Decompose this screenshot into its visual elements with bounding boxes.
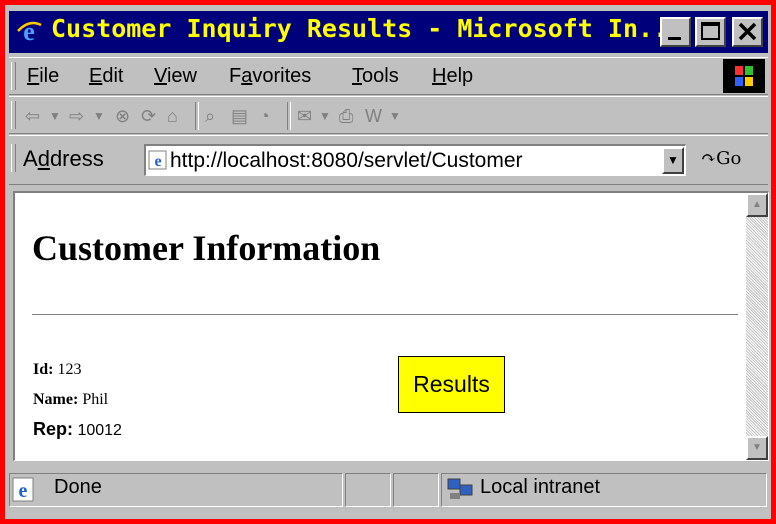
address-dropdown-button[interactable]: ▼ [662, 147, 684, 174]
status-zone-cell: Local intranet [441, 473, 767, 507]
refresh-icon[interactable]: ⟳ [141, 104, 156, 128]
name-value: Phil [82, 391, 109, 408]
horizontal-rule [32, 314, 738, 316]
title-bar[interactable]: e Customer Inquiry Results - Microsoft I… [9, 11, 768, 53]
status-cell-empty [345, 473, 391, 507]
maximize-button[interactable] [695, 17, 726, 47]
address-input[interactable]: e http://localhost:8080/servlet/Customer… [144, 144, 686, 176]
page-title: Customer Information [32, 228, 381, 268]
minimize-button[interactable] [660, 17, 691, 47]
scroll-up-button[interactable]: ▲ [746, 193, 768, 217]
forward-dropdown-icon[interactable]: ▼ [93, 104, 105, 128]
toolbar-separator [287, 102, 291, 130]
svg-text:e: e [19, 480, 28, 502]
intranet-icon [447, 478, 473, 499]
menu-favorites[interactable]: Favorites [229, 65, 311, 88]
menu-view[interactable]: View [154, 65, 197, 88]
zone-text: Local intranet [480, 476, 601, 498]
customer-name-field: Name: Phil [33, 391, 108, 409]
minimize-icon [668, 37, 681, 40]
windows-logo [723, 59, 765, 93]
scroll-up-icon: ▲ [752, 199, 762, 210]
status-main-cell: e Done [9, 473, 343, 507]
ie-page-icon: e [12, 477, 34, 502]
maximize-icon [701, 22, 720, 40]
menu-grip [11, 62, 16, 90]
id-label: Id: [33, 361, 54, 378]
status-bar: e Done Local intranet [9, 467, 768, 515]
menu-bar: File Edit View Favorites Tools Help [9, 57, 768, 95]
status-text: Done [54, 476, 102, 498]
menu-edit[interactable]: Edit [89, 65, 123, 88]
vertical-scrollbar[interactable]: ▲ ▼ [746, 193, 768, 460]
search-icon[interactable]: ⌕ [205, 104, 215, 128]
back-arrow-icon[interactable]: ⇦ [25, 104, 40, 128]
close-icon [738, 22, 757, 41]
menu-file[interactable]: File [27, 65, 59, 88]
toolbar-separator [195, 102, 199, 130]
forward-arrow-icon[interactable]: ⇨ [69, 104, 84, 128]
close-button[interactable] [732, 17, 763, 47]
page-content: Customer Information Id: 123 Name: Phil … [13, 191, 769, 461]
address-grip [11, 144, 16, 172]
menu-help[interactable]: Help [432, 65, 473, 88]
rep-label: Rep: [33, 419, 73, 439]
scroll-down-button[interactable]: ▼ [746, 436, 768, 460]
window-title: Customer Inquiry Results - Microsoft In.… [51, 14, 684, 43]
address-bar: Address e http://localhost:8080/servlet/… [9, 135, 768, 185]
scroll-down-icon: ▼ [752, 442, 762, 453]
page-icon: e [148, 150, 167, 170]
mail-icon[interactable]: ✉ [297, 104, 312, 128]
windows-flag-icon [735, 66, 753, 86]
home-icon[interactable]: ⌂ [167, 104, 178, 128]
customer-id-field: Id: 123 [33, 361, 81, 379]
back-dropdown-icon[interactable]: ▼ [49, 104, 61, 128]
mail-dropdown-icon[interactable]: ▼ [319, 104, 331, 128]
favorites-icon[interactable]: ▤ [231, 104, 248, 128]
history-icon[interactable]: ◔ [259, 104, 270, 128]
svg-text:e: e [154, 153, 161, 170]
chevron-down-icon: ▼ [667, 153, 679, 167]
status-cell-empty [393, 473, 439, 507]
edit-word-icon[interactable]: W [365, 104, 382, 128]
customer-rep-field: Rep: 10012 [33, 419, 122, 440]
address-url: http://localhost:8080/servlet/Customer [170, 149, 523, 172]
stop-icon[interactable]: ⊗ [115, 104, 130, 128]
id-value: 123 [57, 361, 82, 378]
toolbar-grip [11, 101, 16, 129]
go-arrow-icon: ↷ [701, 148, 717, 169]
standard-toolbar: ⇦ ▼ ⇨ ▼ ⊗ ⟳ ⌂ ⌕ ▤ ◔ ✉ ▼ ⎙ W ▼ [9, 96, 768, 134]
print-icon[interactable]: ⎙ [339, 104, 353, 128]
ie-logo-icon: e [15, 17, 43, 45]
name-label: Name: [33, 391, 79, 408]
svg-text:e: e [23, 17, 35, 45]
go-button[interactable]: ↷Go [701, 148, 741, 169]
results-callout: Results [398, 356, 505, 413]
edit-dropdown-icon[interactable]: ▼ [389, 104, 401, 128]
menu-tools[interactable]: Tools [352, 65, 399, 88]
rep-value: 10012 [77, 422, 122, 439]
address-label: Address [23, 146, 104, 171]
browser-window: e Customer Inquiry Results - Microsoft I… [5, 5, 771, 519]
